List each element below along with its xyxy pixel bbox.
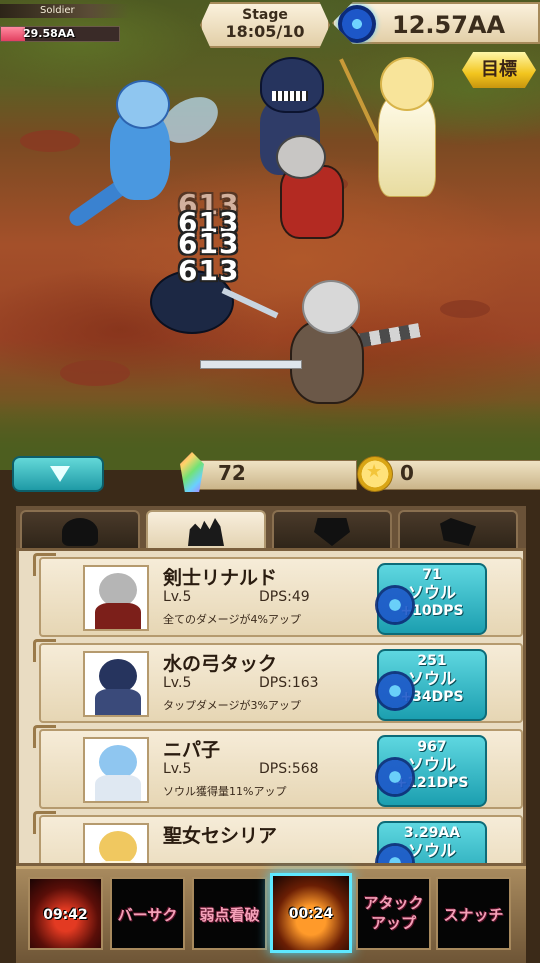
knight-hero-sprite <box>270 135 360 245</box>
tab-shop[interactable] <box>398 510 518 550</box>
swordsman-hero-sprite <box>200 280 440 410</box>
skill-attack-up[interactable]: アタック アップ <box>356 877 431 950</box>
skill-bar: 09:42 バーサク 弱点看破 00:24 アタック アップ スナッチ <box>16 866 526 963</box>
skill-cooldown: 00:24 <box>288 906 334 922</box>
panel-tabs <box>16 506 526 550</box>
hero-list[interactable]: 剣士リナルド Lv.5 DPS:49 全てのダメージが4%アップ 71 ソウル … <box>16 548 526 866</box>
saint-hero-sprite <box>339 55 450 197</box>
skill-cooldown: 09:42 <box>43 907 88 923</box>
shield-icon <box>314 518 350 546</box>
soul-value: 12.57AA <box>392 11 506 39</box>
upgrade-cost: 251 <box>417 653 447 669</box>
rock <box>60 360 130 386</box>
hero-dps: DPS:568 <box>259 761 319 777</box>
gem-count: 72 <box>218 461 246 485</box>
hero-card: 剣士リナルド Lv.5 DPS:49 全てのダメージが4%アップ 71 ソウル … <box>33 553 523 637</box>
upgrade-cost: 3.29AA <box>403 825 461 841</box>
skill-label: スナッチ <box>443 906 504 924</box>
hero-level: Lv.5 <box>163 675 192 691</box>
upgrade-button[interactable]: 251 ソウル +34DPS <box>375 649 487 721</box>
tab-equipment[interactable] <box>272 510 392 550</box>
soul-orb-icon <box>375 757 415 797</box>
enemy-hp-text: 29.58AA <box>23 27 75 40</box>
collapse-panel-button[interactable] <box>12 456 104 492</box>
hero-description: タップダメージが3%アップ <box>163 699 301 712</box>
soul-counter: 12.57AA <box>332 2 540 44</box>
hero-card: 聖女セシリア 3.29AA ソウル <box>33 811 523 863</box>
hero-portrait <box>83 737 149 803</box>
enemy-hp-bar: 29.58AA <box>0 26 120 42</box>
skill-label: バーサク <box>117 906 178 924</box>
hero-card: ニパ子 Lv.5 DPS:568 ソウル獲得量11%アップ 967 ソウル +1… <box>33 725 523 809</box>
gold-count: 0 <box>400 461 414 485</box>
skill-slot-4[interactable]: 00:24 <box>270 873 352 953</box>
rock <box>440 300 490 318</box>
soul-orb-icon <box>375 671 415 711</box>
hero-dps: DPS:49 <box>259 589 310 605</box>
hero-portrait <box>83 565 149 631</box>
damage-number: 613 <box>178 254 240 287</box>
hero-portrait <box>83 823 149 863</box>
hero-level: Lv.5 <box>163 589 192 605</box>
skill-berserk[interactable]: バーサク <box>110 877 185 950</box>
upgrade-button[interactable]: 967 ソウル +121DPS <box>375 735 487 807</box>
soul-orb-icon <box>375 585 415 625</box>
hero-name: ニパ子 <box>163 739 221 761</box>
crystal-icon <box>440 518 476 546</box>
skill-slot-1[interactable]: 09:42 <box>28 877 103 950</box>
goal-button[interactable]: 目標 <box>462 52 536 88</box>
hero-card: 水の弓タック Lv.5 DPS:163 タップダメージが3%アップ 251 ソウ… <box>33 639 523 723</box>
hero-name: 聖女セシリア <box>163 825 278 847</box>
skill-weakpoint[interactable]: 弱点看破 <box>192 877 267 950</box>
gold-strip <box>370 460 540 490</box>
upgrade-button[interactable]: 3.29AA ソウル <box>375 821 487 863</box>
triangle-down-icon <box>50 466 70 482</box>
stage-indicator: Stage 18:05/10 <box>200 2 330 48</box>
battlefield[interactable]: 613 613 613 613 <box>0 0 540 470</box>
hero-silhouette-icon <box>62 518 98 546</box>
tab-hero[interactable] <box>20 510 140 550</box>
party-icon <box>188 518 224 546</box>
hero-level: Lv.5 <box>163 761 192 777</box>
gold-coin-icon <box>357 456 393 492</box>
upgrade-cost: 71 <box>422 567 442 583</box>
hero-name: 剣士リナルド <box>163 567 278 589</box>
skill-label: 弱点看破 <box>199 906 260 924</box>
hero-name: 水の弓タック <box>163 653 278 675</box>
skill-label: アタック アップ <box>363 894 424 932</box>
stage-label: Stage <box>242 7 288 23</box>
hero-description: 全てのダメージが4%アップ <box>163 613 301 626</box>
resource-bar: 72 0 <box>0 448 540 508</box>
enemy-hp-fill <box>1 27 25 41</box>
tab-party[interactable] <box>146 510 266 550</box>
hero-dps: DPS:163 <box>259 675 319 691</box>
hero-description: ソウル獲得量11%アップ <box>163 785 287 798</box>
enemy-hp-panel: Soldier 29.58AA <box>0 4 135 42</box>
skill-snatch[interactable]: スナッチ <box>436 877 511 950</box>
upgrade-cost: 967 <box>417 739 447 755</box>
stage-value: 18:05/10 <box>225 22 305 41</box>
upgrade-button[interactable]: 71 ソウル +10DPS <box>375 563 487 635</box>
enemy-name: Soldier <box>0 4 130 18</box>
hero-portrait <box>83 651 149 717</box>
